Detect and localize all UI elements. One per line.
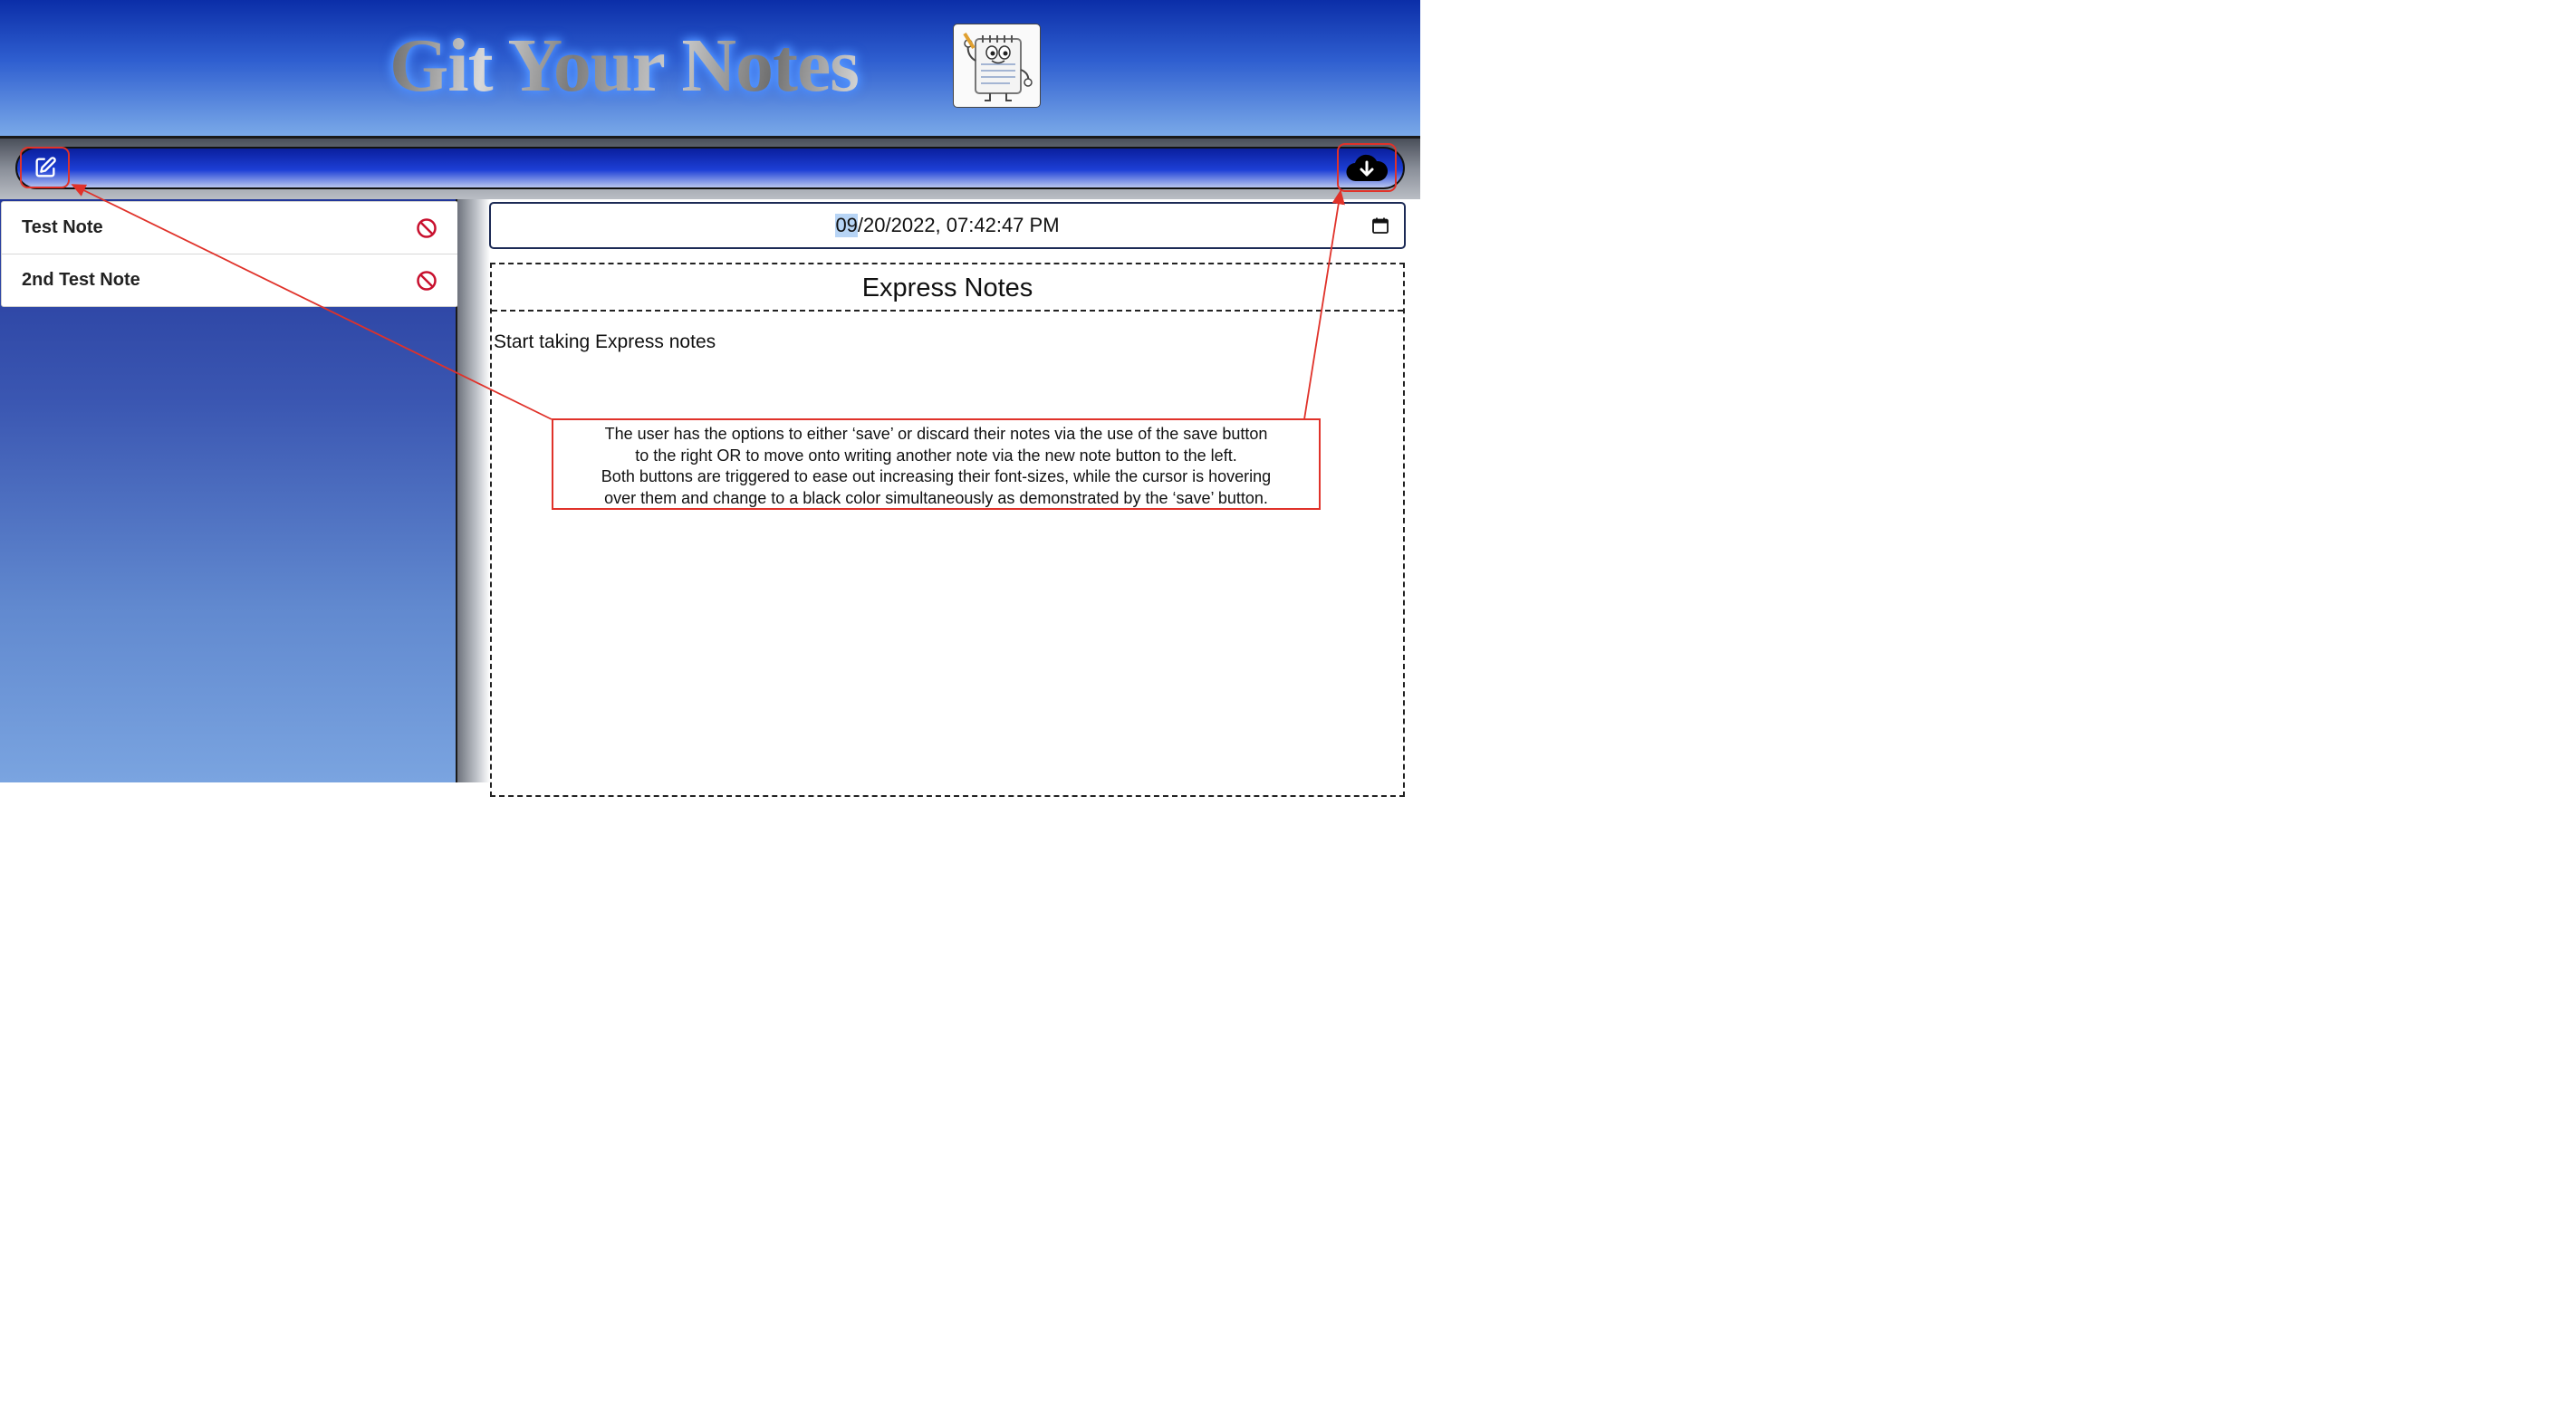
pencil-square-icon (35, 157, 56, 178)
prohibited-icon[interactable] (416, 270, 437, 292)
datetime-input[interactable]: 09/20/2022, 07:42:47 PM (489, 202, 1406, 249)
note-list: Test Note 2nd Test Note (1, 201, 458, 307)
note-title: Test Note (22, 217, 103, 237)
list-item[interactable]: 2nd Test Note (2, 254, 457, 306)
notes-card: Express Notes Start taking Express notes (490, 263, 1405, 797)
annotation-callout: The user has the options to either ‘save… (552, 418, 1321, 510)
date-rest[interactable]: /20/2022, 07:42:47 PM (858, 214, 1060, 237)
toolbar-area (0, 139, 1420, 199)
cloud-download-icon (1346, 154, 1388, 182)
prohibited-icon[interactable] (416, 217, 437, 239)
list-item[interactable]: Test Note (2, 202, 457, 254)
calendar-icon[interactable] (1371, 216, 1389, 235)
annotation-line: Both buttons are triggered to ease out i… (601, 467, 1272, 485)
annotation-line: The user has the options to either ‘save… (604, 425, 1268, 443)
note-title: 2nd Test Note (22, 270, 140, 290)
toolbar (15, 147, 1405, 189)
annotation-line: over them and change to a black color si… (604, 488, 1268, 507)
app-header: Git Your Notes (0, 0, 1420, 139)
annotation-line: to the right OR to move onto writing ano… (635, 446, 1237, 465)
notes-sidebar: Test Note 2nd Test Note (0, 199, 458, 782)
notepad-mascot-icon (953, 24, 1041, 108)
notes-title[interactable]: Express Notes (492, 264, 1403, 312)
save-button[interactable] (1337, 143, 1397, 192)
app-title: Git Your Notes (389, 25, 933, 107)
new-note-button[interactable] (20, 147, 70, 188)
date-month-segment[interactable]: 09 (835, 214, 858, 237)
notes-textarea[interactable]: Start taking Express notes (494, 331, 716, 353)
